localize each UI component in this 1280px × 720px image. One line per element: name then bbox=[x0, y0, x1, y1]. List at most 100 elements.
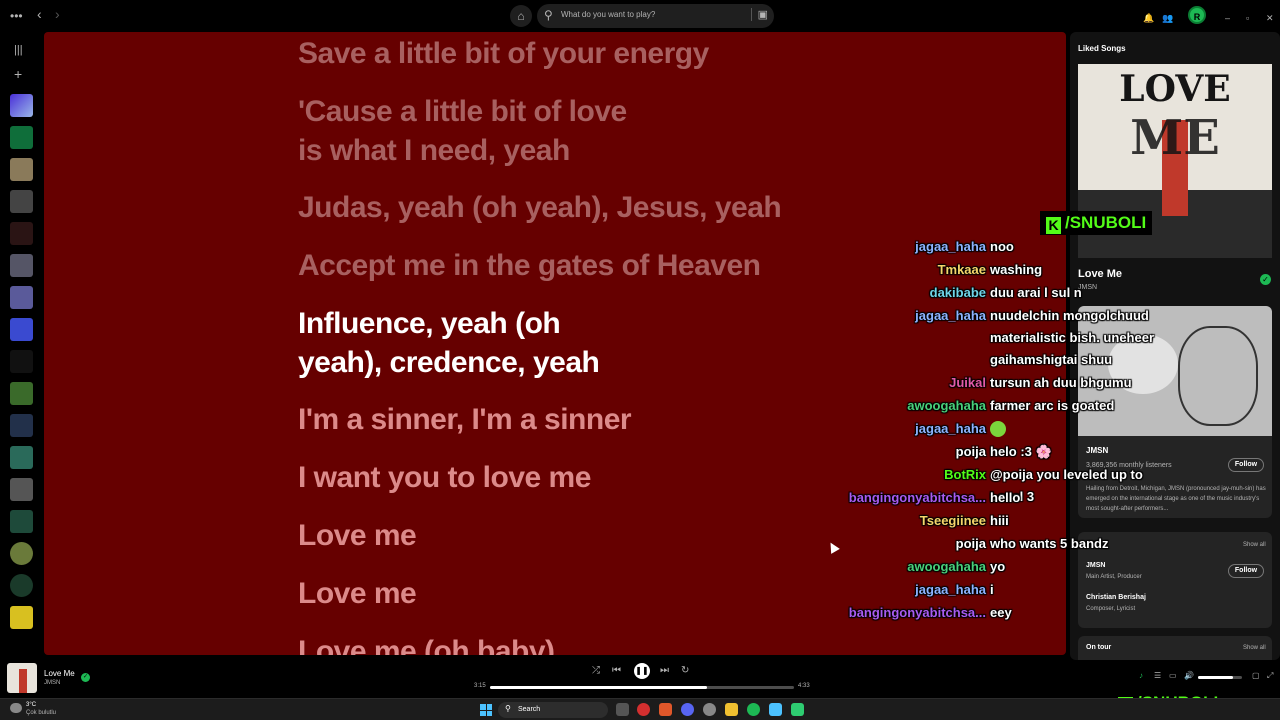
friends-icon[interactable]: 👥 bbox=[1162, 10, 1173, 26]
next-icon[interactable]: ⏭ bbox=[660, 665, 669, 676]
add-icon[interactable]: + bbox=[14, 66, 22, 82]
volume-slider[interactable] bbox=[1198, 676, 1242, 679]
playlist-tile[interactable] bbox=[10, 222, 33, 245]
playlist-tile[interactable] bbox=[10, 478, 33, 501]
playlist-tile[interactable] bbox=[10, 350, 33, 373]
home-button[interactable]: ⌂ bbox=[510, 5, 532, 27]
playlist-tile[interactable] bbox=[10, 190, 33, 213]
miniplayer-icon[interactable]: ▢ bbox=[1252, 671, 1260, 680]
follow-button[interactable]: Follow bbox=[1228, 458, 1264, 472]
previous-icon[interactable]: ⏮ bbox=[612, 665, 621, 676]
task-view-icon[interactable] bbox=[616, 703, 629, 716]
menu-icon[interactable]: ••• bbox=[10, 8, 23, 24]
liked-check-icon[interactable]: ✓ bbox=[1260, 274, 1271, 285]
lyric-line[interactable]: Judas, yeah (oh yeah), Jesus, yeah bbox=[298, 188, 798, 227]
chat-username[interactable]: bangingonyabitchsa... bbox=[849, 487, 986, 509]
queue-icon[interactable]: ☰ bbox=[1154, 671, 1161, 680]
connect-device-icon[interactable]: ▭ bbox=[1169, 671, 1177, 680]
chat-username[interactable]: awoogahaha bbox=[907, 556, 986, 578]
pause-button[interactable]: ❚❚ bbox=[634, 663, 650, 679]
file-explorer-icon[interactable] bbox=[725, 703, 738, 716]
chat-username[interactable]: dakibabe bbox=[930, 282, 986, 304]
now-playing-thumb[interactable] bbox=[7, 663, 37, 693]
chat-username[interactable]: bangingonyabitchsa... bbox=[849, 602, 986, 624]
player-artist[interactable]: JMSN bbox=[44, 680, 60, 686]
volume-icon[interactable]: 🔊 bbox=[1184, 671, 1194, 680]
playlist-tile[interactable] bbox=[10, 158, 33, 181]
settings-icon[interactable] bbox=[703, 703, 716, 716]
app-icon[interactable] bbox=[791, 703, 804, 716]
playlist-tile[interactable] bbox=[10, 318, 33, 341]
fullscreen-icon[interactable]: ⤢ bbox=[1267, 671, 1273, 681]
playlist-tile[interactable] bbox=[10, 254, 33, 277]
playlist-tile[interactable] bbox=[10, 606, 33, 629]
forward-icon[interactable]: › bbox=[55, 6, 60, 22]
lyric-line[interactable]: 'Cause a little bit of love is what I ne… bbox=[298, 92, 658, 170]
discord-icon[interactable] bbox=[681, 703, 694, 716]
app-icon[interactable] bbox=[769, 703, 782, 716]
chat-username[interactable]: poija bbox=[956, 533, 986, 555]
minimize-button[interactable]: – bbox=[1225, 10, 1230, 26]
browse-icon[interactable]: ▣ bbox=[750, 8, 768, 21]
playlist-tile[interactable] bbox=[10, 510, 33, 533]
lyric-line[interactable]: Love me (oh baby) bbox=[298, 632, 798, 655]
chat-message: dakibabe duu arai l sul n bbox=[820, 282, 1150, 305]
chat-username[interactable]: awoogahaha bbox=[907, 395, 986, 417]
start-icon[interactable] bbox=[480, 704, 492, 716]
chat-username[interactable]: BotRix bbox=[944, 464, 986, 486]
on-tour-show-all[interactable]: Show all bbox=[1243, 645, 1266, 651]
chat-username[interactable]: jagaa_haha bbox=[915, 418, 986, 440]
maximize-button[interactable]: ▫ bbox=[1246, 10, 1249, 26]
lyric-line[interactable]: Accept me in the gates of Heaven bbox=[298, 246, 798, 285]
chat-text: duu arai l sul n bbox=[990, 285, 1082, 300]
credits-show-all[interactable]: Show all bbox=[1243, 542, 1266, 548]
bell-icon[interactable]: 🔔 bbox=[1143, 10, 1154, 26]
chat-username[interactable]: jagaa_haha bbox=[915, 236, 986, 258]
lyric-line[interactable]: Love me bbox=[298, 516, 798, 555]
chat-username[interactable]: Tseegiinee bbox=[920, 510, 986, 532]
weather-desc[interactable]: Çok bulutlu bbox=[26, 710, 56, 716]
playlist-tile[interactable] bbox=[10, 126, 33, 149]
lyric-line[interactable]: Love me bbox=[298, 574, 798, 613]
chat-username[interactable]: Tmkaae bbox=[938, 259, 986, 281]
lyric-line-current[interactable]: Influence, yeah (oh yeah), credence, yea… bbox=[298, 304, 628, 382]
artist-tile[interactable] bbox=[10, 542, 33, 565]
back-icon[interactable]: ‹ bbox=[37, 6, 42, 22]
player-liked-icon[interactable]: ✓ bbox=[81, 673, 90, 682]
chat-text: yo bbox=[990, 559, 1006, 574]
chat-text: washing bbox=[990, 262, 1043, 277]
avatar[interactable]: R bbox=[1188, 6, 1206, 24]
now-playing-view-icon[interactable]: ♪ bbox=[1139, 671, 1143, 680]
lyric-line[interactable]: I'm a sinner, I'm a sinner bbox=[298, 400, 798, 439]
lyric-line[interactable]: I want you to love me bbox=[298, 458, 798, 497]
brave-icon[interactable] bbox=[659, 703, 672, 716]
player-song-title[interactable]: Love Me bbox=[44, 669, 75, 678]
credit-follow-button[interactable]: Follow bbox=[1228, 564, 1264, 578]
panel-title[interactable]: Liked Songs bbox=[1078, 44, 1126, 53]
shuffle-icon[interactable]: ⤮ bbox=[592, 665, 600, 676]
library-icon[interactable]: ||| bbox=[14, 44, 23, 56]
playlist-tile[interactable] bbox=[10, 382, 33, 405]
lyric-line[interactable]: Save a little bit of your energy bbox=[298, 34, 798, 73]
chat-username[interactable]: Juikal bbox=[949, 372, 986, 394]
playlist-tile[interactable] bbox=[10, 414, 33, 437]
repeat-icon[interactable]: ↻ bbox=[681, 665, 689, 676]
chat-message: poija helo :3 🌸 bbox=[820, 441, 1150, 464]
liked-songs-tile[interactable] bbox=[10, 94, 33, 117]
chat-username[interactable]: jagaa_haha bbox=[915, 579, 986, 601]
close-button[interactable]: ✕ bbox=[1266, 10, 1274, 26]
weather-temp[interactable]: 3°C bbox=[26, 702, 36, 708]
playlist-tile[interactable] bbox=[10, 446, 33, 469]
chat-username[interactable]: jagaa_haha bbox=[915, 305, 986, 327]
chat-username[interactable]: poija bbox=[956, 441, 986, 463]
progress-bar[interactable] bbox=[490, 686, 794, 689]
opera-icon[interactable] bbox=[637, 703, 650, 716]
spotify-icon[interactable] bbox=[747, 703, 760, 716]
chat-text: tursun ah duu bhgumu bbox=[990, 375, 1132, 390]
taskbar-search[interactable]: ⚲ Search bbox=[498, 702, 608, 718]
weather-icon[interactable] bbox=[10, 703, 22, 713]
search-bar[interactable]: ⚲ What do you want to play? ▣ bbox=[537, 4, 774, 28]
playlist-tile[interactable] bbox=[10, 286, 33, 309]
search-input[interactable]: What do you want to play? bbox=[561, 10, 655, 19]
artist-tile[interactable] bbox=[10, 574, 33, 597]
